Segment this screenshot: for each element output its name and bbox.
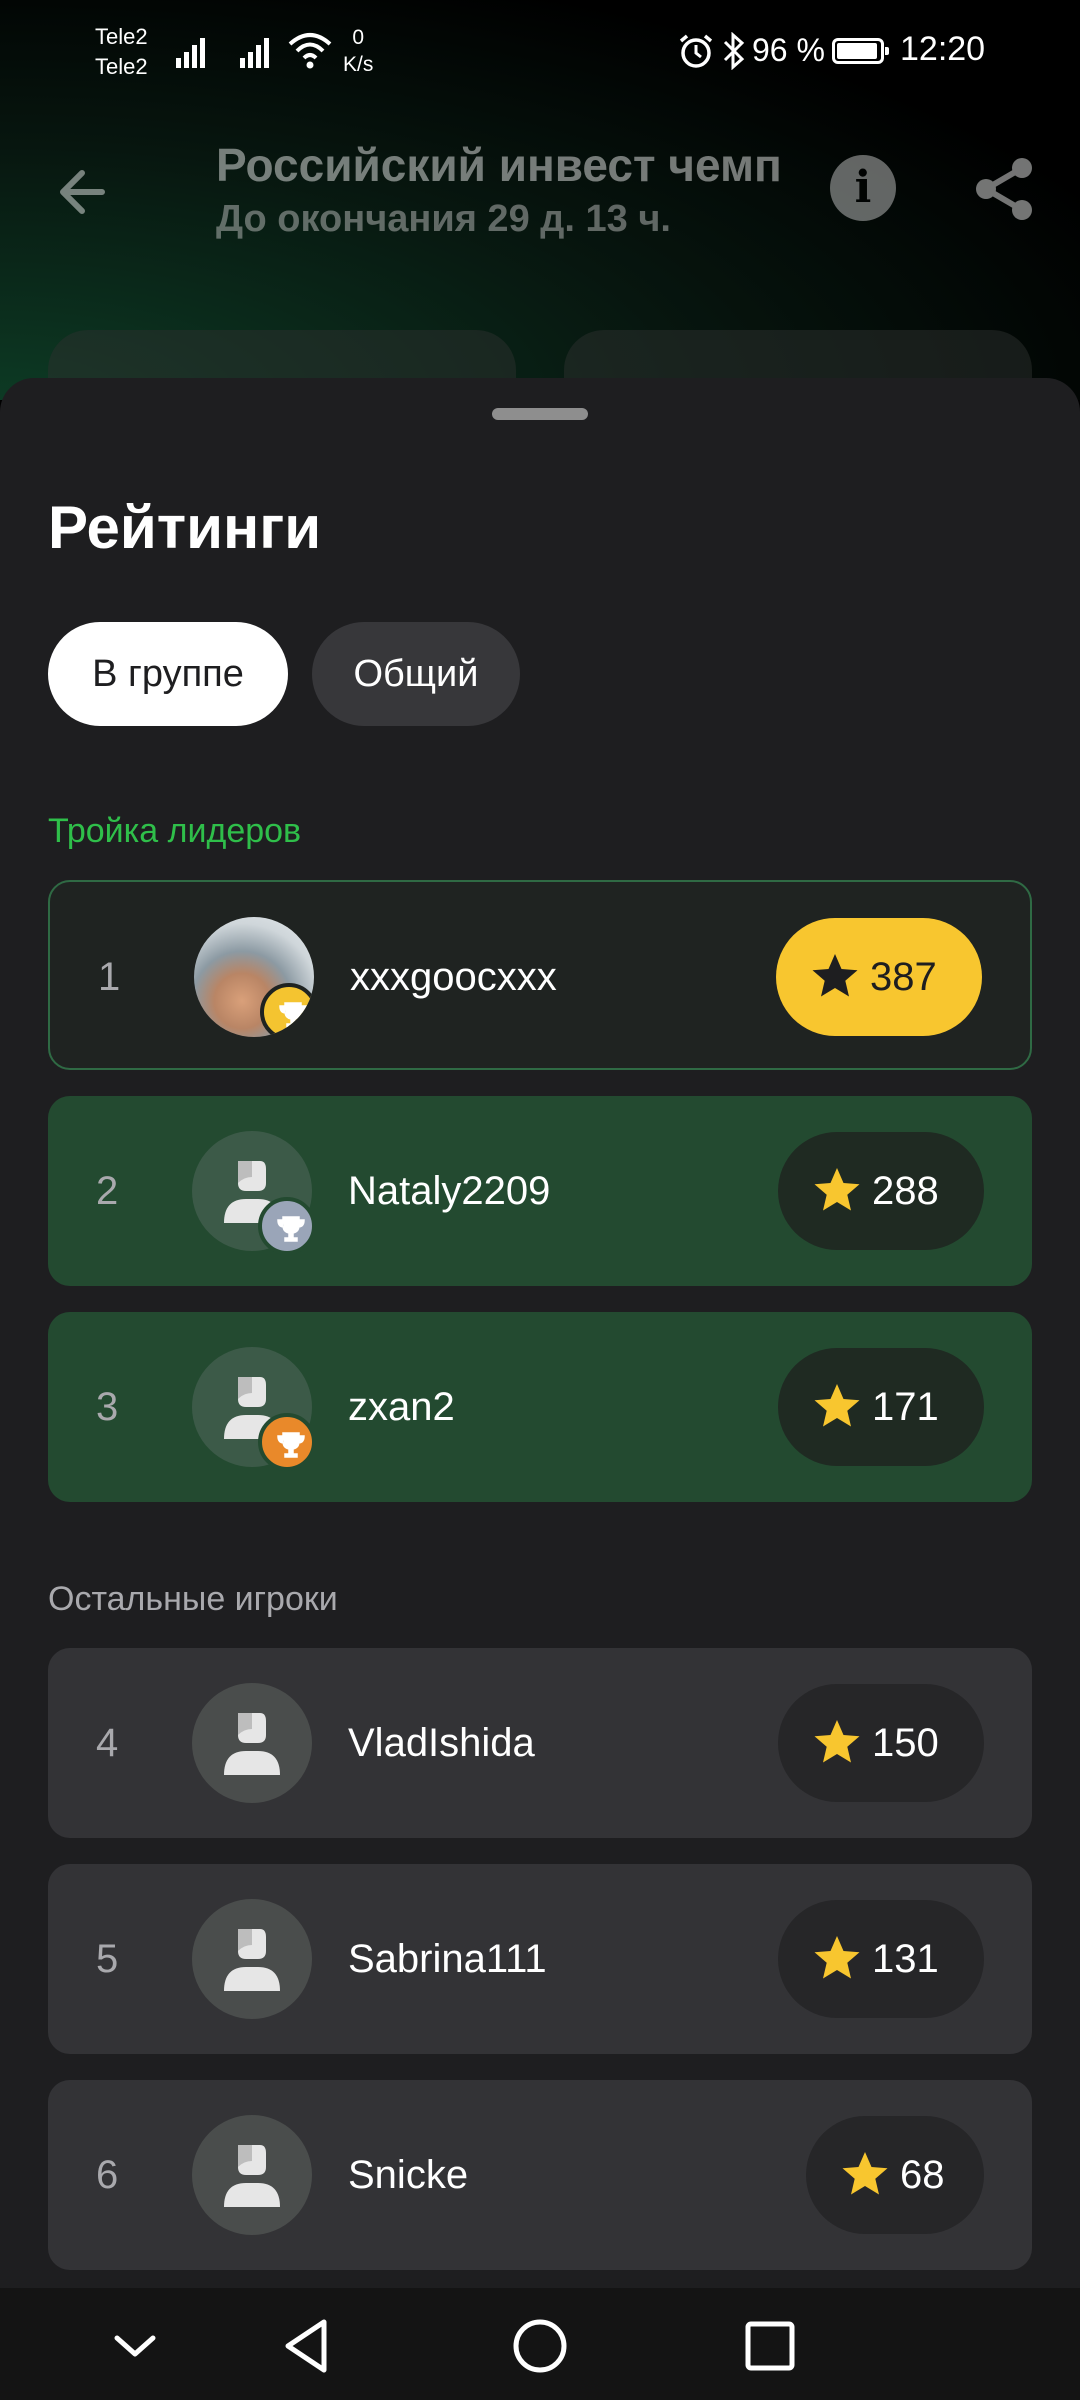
player-name: Sabrina111 bbox=[348, 1937, 547, 1981]
leaderboard-row[interactable]: 3 zxan2 171 bbox=[48, 1312, 1032, 1502]
star-icon bbox=[814, 1720, 860, 1763]
avatar bbox=[194, 917, 314, 1037]
score-badge: 171 bbox=[778, 1348, 984, 1466]
chevron-down-icon[interactable] bbox=[105, 2316, 165, 2376]
time-remaining: До окончания 29 д. 13 ч. bbox=[216, 198, 671, 240]
score-value: 387 bbox=[870, 955, 937, 999]
share-icon[interactable] bbox=[972, 156, 1038, 222]
player-name: Nataly2209 bbox=[348, 1169, 551, 1213]
player-name: VladIshida bbox=[348, 1721, 535, 1765]
rank-number: 5 bbox=[96, 1937, 119, 1981]
carrier-1: Tele2 bbox=[95, 24, 148, 49]
rank-number: 2 bbox=[96, 1169, 119, 1213]
star-icon bbox=[814, 1168, 860, 1211]
battery-percent: 96 % bbox=[752, 32, 825, 68]
leaderboard-row[interactable]: 1 xxxgoocxxx 387 bbox=[48, 880, 1032, 1070]
default-avatar-icon bbox=[192, 1683, 312, 1803]
leaders-section-label: Тройка лидеров bbox=[48, 812, 302, 850]
system-nav-bar bbox=[0, 2288, 1080, 2400]
recents-square-icon[interactable] bbox=[740, 2316, 800, 2376]
score-value: 68 bbox=[900, 2153, 945, 2197]
rank-number: 6 bbox=[96, 2153, 119, 2197]
default-avatar-icon bbox=[192, 1899, 312, 2019]
back-triangle-icon[interactable] bbox=[278, 2316, 338, 2376]
player-name: Snicke bbox=[348, 2153, 469, 2197]
status-bar: Tele2 Tele2 0 K/s 96 % 12:20 bbox=[0, 0, 1080, 110]
leaderboard-row[interactable]: 4 VladIshida 150 bbox=[48, 1648, 1032, 1838]
home-circle-icon[interactable] bbox=[510, 2316, 570, 2376]
score-value: 288 bbox=[872, 1169, 939, 1213]
network-speed: 0 K/s bbox=[343, 24, 373, 78]
score-badge: 150 bbox=[778, 1684, 984, 1802]
score-badge: 288 bbox=[778, 1132, 984, 1250]
gold-trophy-icon bbox=[260, 983, 314, 1037]
battery-icon bbox=[832, 38, 889, 64]
default-avatar-icon bbox=[192, 1347, 316, 1471]
signal-icon-2 bbox=[240, 38, 269, 68]
info-icon[interactable]: i bbox=[830, 155, 896, 221]
championship-title: Российский инвест чемп bbox=[216, 139, 782, 191]
leaderboard-row[interactable]: 6 Snicke 68 bbox=[48, 2080, 1032, 2270]
bronze-trophy-icon bbox=[258, 1413, 316, 1471]
silver-trophy-icon bbox=[258, 1197, 316, 1255]
rank-number: 4 bbox=[96, 1721, 119, 1765]
score-badge: 387 bbox=[776, 918, 982, 1036]
carrier-labels: Tele2 Tele2 bbox=[95, 22, 148, 82]
player-name: xxxgoocxxx bbox=[350, 955, 557, 999]
leaderboard-row[interactable]: 5 Sabrina111 131 bbox=[48, 1864, 1032, 2054]
speed-value: 0 bbox=[352, 26, 365, 49]
default-avatar-icon bbox=[192, 2115, 312, 2235]
player-name: zxan2 bbox=[348, 1385, 455, 1429]
rank-number: 3 bbox=[96, 1385, 119, 1429]
star-icon bbox=[812, 954, 858, 997]
alarm-icon bbox=[679, 34, 713, 68]
rank-number: 1 bbox=[98, 955, 121, 999]
star-icon bbox=[842, 2152, 888, 2195]
speed-unit: K/s bbox=[343, 53, 374, 76]
tab-in-group[interactable]: В группе bbox=[48, 622, 288, 726]
bluetooth-icon bbox=[723, 32, 745, 70]
leaderboard-row[interactable]: 2 Nataly2209 288 bbox=[48, 1096, 1032, 1286]
score-value: 150 bbox=[872, 1721, 939, 1765]
back-arrow-icon[interactable] bbox=[52, 160, 116, 224]
score-value: 171 bbox=[872, 1385, 939, 1429]
star-icon bbox=[814, 1384, 860, 1427]
star-icon bbox=[814, 1936, 860, 1979]
score-badge: 131 bbox=[778, 1900, 984, 2018]
signal-icon bbox=[176, 38, 205, 68]
ratings-sheet: Рейтинги В группе Общий Тройка лидеров 1… bbox=[0, 378, 1080, 2288]
sheet-drag-handle[interactable] bbox=[492, 408, 588, 420]
default-avatar-icon bbox=[192, 1131, 316, 1255]
tab-overall[interactable]: Общий bbox=[312, 622, 520, 726]
others-section-label: Остальные игроки bbox=[48, 1580, 338, 1618]
app-header: Российский инвест чемп До окончания 29 д… bbox=[0, 120, 1080, 260]
carrier-2: Tele2 bbox=[95, 54, 148, 79]
score-badge: 68 bbox=[806, 2116, 984, 2234]
score-value: 131 bbox=[872, 1937, 939, 1981]
sheet-title: Рейтинги bbox=[48, 494, 322, 561]
clock: 12:20 bbox=[900, 30, 986, 68]
wifi-icon bbox=[288, 33, 332, 69]
